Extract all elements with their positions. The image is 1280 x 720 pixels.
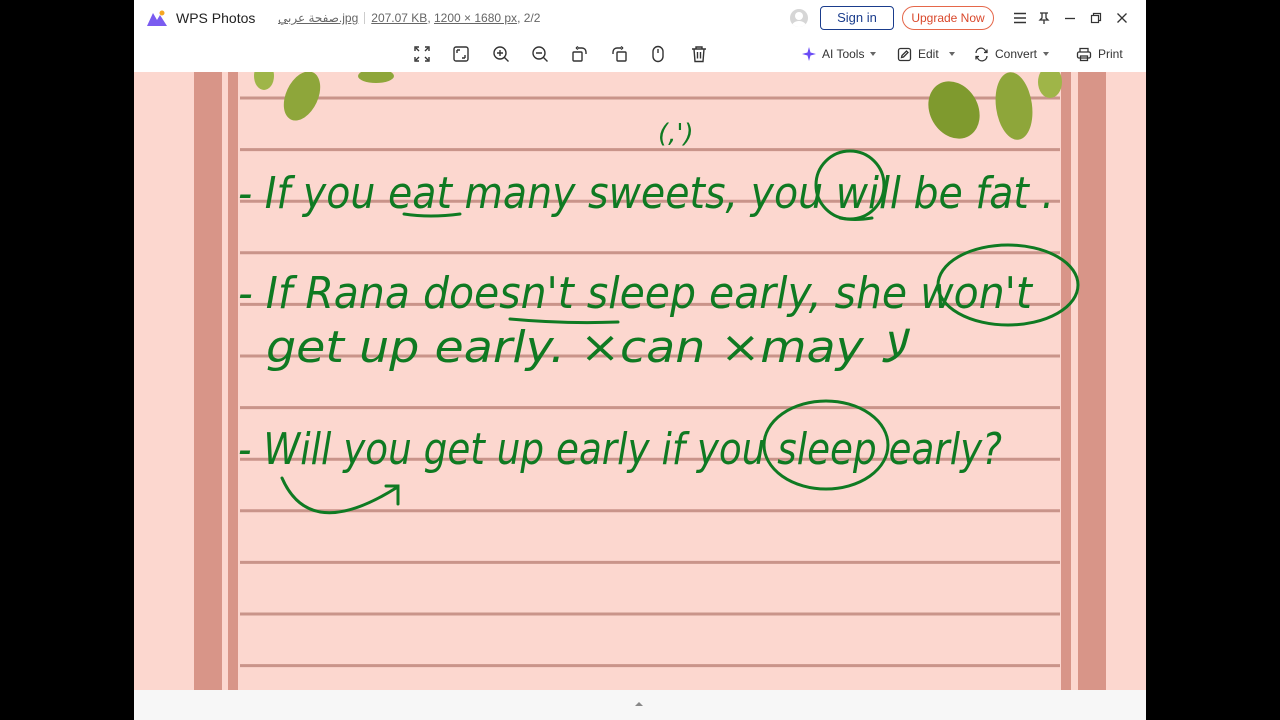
ai-tools-button[interactable]: AI Tools (802, 43, 877, 65)
left-margin-stripe (194, 72, 222, 690)
convert-icon (975, 47, 988, 61)
right-margin-line (1061, 72, 1071, 690)
notebook-image: - If you eat many sweets, you will be fa… (194, 72, 1106, 690)
rotate-right-icon[interactable] (608, 42, 632, 66)
file-name[interactable]: صفحة عربي.jpg (278, 11, 358, 25)
menu-icon[interactable] (1010, 8, 1030, 28)
chevron-up-icon[interactable] (632, 700, 646, 708)
image-viewer[interactable]: - If you eat many sweets, you will be fa… (134, 72, 1146, 690)
zoom-in-icon[interactable] (489, 42, 513, 66)
minimize-icon[interactable] (1060, 8, 1080, 28)
title-bar: WPS Photos صفحة عربي.jpg 207.07 KB, 1200 … (134, 0, 1146, 36)
handwritten-line-3: get up early. ×can ×may لا (266, 322, 910, 373)
upgrade-now-button[interactable]: Upgrade Now (902, 6, 994, 30)
app-name: WPS Photos (176, 10, 256, 26)
print-icon (1076, 47, 1092, 61)
edit-button[interactable]: Edit (897, 43, 955, 65)
zoom-out-icon[interactable] (528, 42, 552, 66)
actual-size-icon[interactable] (449, 42, 473, 66)
file-size: 207.07 KB (371, 11, 428, 25)
convert-button[interactable]: Convert (974, 43, 1050, 65)
print-label: Print (1098, 47, 1123, 61)
bottom-panel (134, 690, 1146, 720)
wps-photos-window: WPS Photos صفحة عربي.jpg 207.07 KB, 1200 … (134, 0, 1146, 720)
inversion-arrow (280, 476, 398, 515)
leaves-top-right-icon (928, 72, 1062, 140)
delete-icon[interactable] (687, 42, 711, 66)
right-margin-stripe (1078, 72, 1106, 690)
convert-label: Convert (995, 47, 1038, 61)
toolbar: AI Tools Edit Convert Print (134, 36, 1146, 72)
pin-icon[interactable] (1034, 8, 1054, 28)
avatar[interactable] (790, 9, 808, 27)
print-button[interactable]: Print (1076, 43, 1123, 65)
file-info: صفحة عربي.jpg 207.07 KB, 1200 × 1680 px, … (278, 11, 541, 25)
ai-sparkle-icon (802, 47, 816, 61)
slideshow-icon[interactable] (646, 42, 670, 66)
sign-in-button[interactable]: Sign in (820, 6, 894, 30)
ai-tools-label: AI Tools (822, 47, 865, 61)
handwritten-line-1: - If you eat many sweets, you will be fa… (238, 168, 1054, 219)
fit-screen-icon[interactable] (410, 42, 434, 66)
handwritten-annotation: (,') (658, 119, 694, 149)
file-dimensions: 1200 × 1680 px (433, 11, 518, 25)
edit-label: Edit (918, 47, 939, 61)
restore-icon[interactable] (1086, 8, 1106, 28)
rotate-left-icon[interactable] (567, 42, 591, 66)
page-indicator: 2/2 (523, 11, 541, 25)
left-margin-line (228, 72, 238, 690)
edit-icon (897, 47, 912, 61)
underline-will (838, 216, 874, 221)
handwritten-notes: - If you eat many sweets, you will be fa… (238, 119, 1054, 475)
wps-photos-logo-icon (147, 10, 167, 26)
handwritten-line-2: - If Rana doesn't sleep early, she won't (238, 268, 1034, 319)
close-icon[interactable] (1112, 8, 1132, 28)
